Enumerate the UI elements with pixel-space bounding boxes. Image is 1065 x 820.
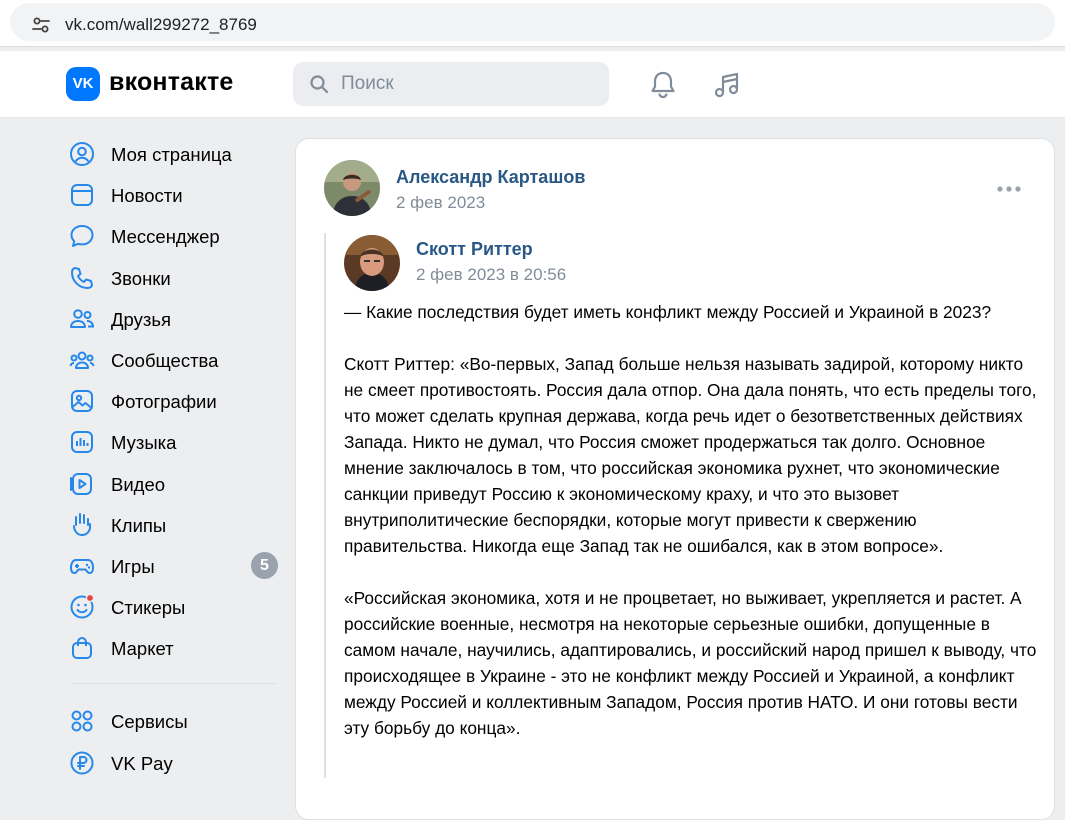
music-icon (71, 431, 93, 454)
clips-icon (73, 512, 91, 536)
menu-label: Сервисы (111, 711, 188, 733)
wall-post: Александр Карташов 2 фев 2023 Скотт Ритт… (295, 138, 1055, 820)
post-paragraph: «Российская экономика, хотя и не процвет… (344, 588, 1037, 738)
url-field[interactable]: vk.com/wall299272_8769 (10, 3, 1055, 41)
vk-logo-text: VK (72, 75, 94, 92)
video-icon (70, 472, 92, 495)
menu-item-messenger[interactable]: Мессенджер (66, 215, 280, 256)
vk-logo-icon[interactable]: VK (66, 67, 100, 101)
menu-label: Маркет (111, 638, 174, 660)
menu-item-calls[interactable]: Звонки (66, 257, 280, 298)
menu-item-news[interactable]: Новости (66, 174, 280, 215)
messenger-icon (70, 225, 94, 248)
music-notes-icon[interactable] (712, 70, 742, 100)
search-icon (310, 75, 329, 94)
market-icon (72, 637, 92, 660)
bell-icon[interactable] (648, 70, 678, 100)
stickers-icon (70, 593, 95, 619)
repost-author-name[interactable]: Скотт Риттер (416, 239, 533, 260)
services-icon (71, 710, 93, 732)
author-photo (324, 160, 380, 216)
menu-label: Мессенджер (111, 226, 220, 248)
post-author-name[interactable]: Александр Карташов (396, 167, 585, 188)
phone-icon (71, 266, 93, 289)
post-paragraph: Скотт Риттер: «Во-первых, Запад больше н… (344, 354, 1037, 556)
menu-label: Друзья (111, 308, 171, 330)
menu-label: Звонки (111, 267, 171, 289)
post-paragraph: — Какие последствия будет иметь конфликт… (344, 302, 992, 322)
menu-label: VK Pay (111, 752, 173, 774)
vk-header: VK вконтакте (0, 51, 1065, 118)
site-info-icon[interactable] (30, 14, 52, 36)
menu-item-clips[interactable]: Клипы (66, 504, 280, 545)
menu-label: Музыка (111, 432, 177, 454)
menu-label: Клипы (111, 514, 167, 536)
news-icon (71, 184, 93, 207)
games-icon (70, 558, 94, 574)
menu-label: Новости (111, 185, 183, 207)
repost-date[interactable]: 2 фев 2023 в 20:56 (416, 265, 566, 285)
brand-name[interactable]: вконтакте (109, 68, 234, 97)
menu-item-friends[interactable]: Друзья (66, 298, 280, 339)
menu-label: Фотографии (111, 391, 217, 413)
repost-author-avatar[interactable] (344, 235, 400, 291)
post-date[interactable]: 2 фев 2023 (396, 193, 485, 213)
menu-divider (72, 683, 276, 685)
menu-label: Игры (111, 555, 155, 577)
menu-item-market[interactable]: Маркет (66, 627, 280, 668)
search-input[interactable] (341, 62, 591, 106)
browser-address-bar: vk.com/wall299272_8769 (0, 0, 1065, 47)
menu-item-music[interactable]: Музыка (66, 421, 280, 462)
menu-item-services[interactable]: Сервисы (66, 700, 280, 741)
author-avatar[interactable] (324, 160, 380, 216)
menu-item-video[interactable]: Видео (66, 463, 280, 504)
left-navigation: Моя страница Новости Мессенджер Звонки Д… (66, 133, 280, 783)
menu-label: Сообщества (111, 349, 219, 371)
post-text: — Какие последствия будет иметь конфликт… (344, 299, 1044, 767)
photos-icon (71, 390, 93, 413)
menu-item-vkpay[interactable]: VK Pay (66, 742, 280, 783)
friends-icon (70, 308, 95, 328)
menu-item-games[interactable]: Игры 5 (66, 545, 280, 586)
menu-item-communities[interactable]: Сообщества (66, 339, 280, 380)
profile-icon (70, 142, 94, 166)
reposted-content: Скотт Риттер 2 фев 2023 в 20:56 — Какие … (324, 233, 1046, 778)
url-text[interactable]: vk.com/wall299272_8769 (65, 15, 257, 35)
menu-label: Моя страница (111, 144, 232, 165)
menu-label: Видео (111, 473, 166, 495)
menu-item-stickers[interactable]: Стикеры (66, 586, 280, 627)
repost-author-photo (344, 235, 400, 291)
vkpay-icon (70, 751, 94, 775)
communities-icon (69, 351, 95, 369)
menu-item-photos[interactable]: Фотографии (66, 380, 280, 421)
search-box[interactable] (293, 62, 609, 106)
menu-label: Стикеры (111, 597, 186, 619)
menu-item-my-page[interactable]: Моя страница (66, 133, 280, 174)
games-badge: 5 (251, 551, 278, 579)
more-options-icon[interactable] (996, 185, 1022, 193)
